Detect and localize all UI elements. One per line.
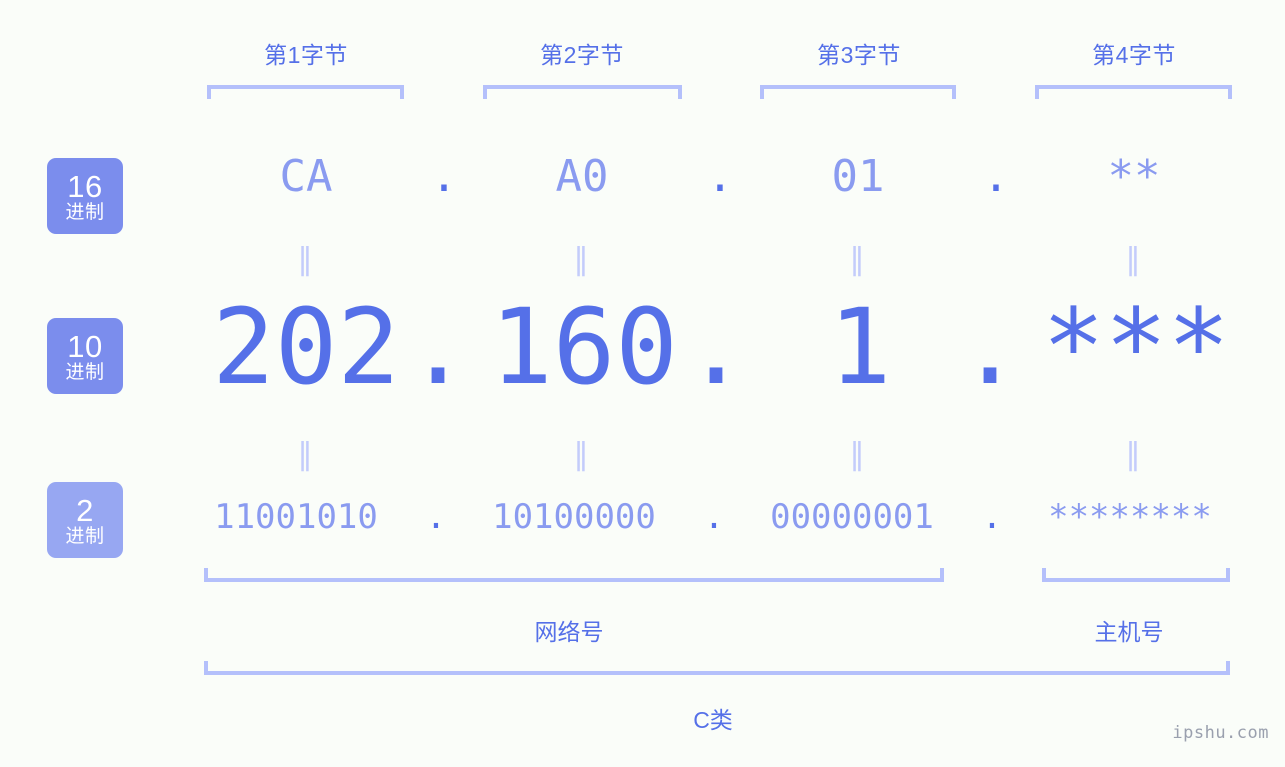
- network-portion-bracket: [204, 568, 944, 582]
- site-watermark: ipshu.com: [1172, 723, 1269, 743]
- address-class-label: C类: [693, 707, 733, 733]
- hex-byte-1: CA: [279, 151, 333, 202]
- binary-separator-1: .: [425, 497, 447, 537]
- base-badge-binary-number: 2: [76, 492, 94, 528]
- hex-byte-2: A0: [555, 151, 609, 202]
- byte-bracket-4: [1035, 85, 1232, 99]
- binary-separator-2: .: [703, 497, 725, 537]
- ip-address-breakdown-diagram: 第1字节 第2字节 第3字节 第4字节 16 进制 10 进制 2 进制 CA …: [0, 0, 1285, 767]
- equality-mark-dec-bin-3: ‖: [849, 437, 867, 472]
- network-portion-label: 网络号: [534, 619, 604, 645]
- decimal-separator-3: .: [958, 286, 1022, 408]
- decimal-separator-1: .: [406, 286, 470, 408]
- base-badge-binary-suffix: 进制: [65, 525, 105, 547]
- equality-mark-dec-bin-4: ‖: [1125, 437, 1143, 472]
- binary-byte-1: 11001010: [214, 497, 378, 537]
- decimal-byte-3: 1: [828, 286, 892, 408]
- host-portion-label: 主机号: [1094, 619, 1164, 645]
- byte-bracket-2: [483, 85, 682, 99]
- byte-bracket-1: [207, 85, 404, 99]
- decimal-separator-2: .: [684, 286, 748, 408]
- byte-bracket-3: [760, 85, 956, 99]
- base-badge-binary: 2 进制: [47, 482, 123, 558]
- binary-byte-4: ********: [1048, 497, 1212, 537]
- base-badge-hex: 16 进制: [47, 158, 123, 234]
- hex-byte-4: **: [1107, 151, 1161, 202]
- hex-separator-2: .: [706, 151, 734, 202]
- binary-separator-3: .: [981, 497, 1003, 537]
- equality-mark-hex-dec-1: ‖: [297, 242, 315, 277]
- equality-mark-dec-bin-1: ‖: [297, 437, 315, 472]
- hex-separator-1: .: [430, 151, 458, 202]
- hex-byte-3: 01: [831, 151, 885, 202]
- byte-header-label-2: 第2字节: [540, 42, 624, 68]
- decimal-byte-4: ***: [1042, 286, 1230, 408]
- decimal-byte-1: 202: [212, 286, 400, 408]
- base-badge-hex-number: 16: [67, 168, 103, 204]
- byte-header-label-3: 第3字节: [817, 42, 901, 68]
- base-badge-decimal-suffix: 进制: [65, 361, 105, 383]
- equality-mark-dec-bin-2: ‖: [573, 437, 591, 472]
- equality-mark-hex-dec-3: ‖: [849, 242, 867, 277]
- byte-header-label-1: 第1字节: [264, 42, 348, 68]
- binary-byte-3: 00000001: [770, 497, 934, 537]
- byte-header-label-4: 第4字节: [1092, 42, 1176, 68]
- equality-mark-hex-dec-2: ‖: [573, 242, 591, 277]
- equality-mark-hex-dec-4: ‖: [1125, 242, 1143, 277]
- decimal-byte-2: 160: [490, 286, 678, 408]
- address-class-bracket: [204, 661, 1230, 675]
- base-badge-hex-suffix: 进制: [65, 201, 105, 223]
- binary-byte-2: 10100000: [492, 497, 656, 537]
- base-badge-decimal: 10 进制: [47, 318, 123, 394]
- host-portion-bracket: [1042, 568, 1230, 582]
- hex-separator-3: .: [982, 151, 1010, 202]
- base-badge-decimal-number: 10: [67, 328, 103, 364]
